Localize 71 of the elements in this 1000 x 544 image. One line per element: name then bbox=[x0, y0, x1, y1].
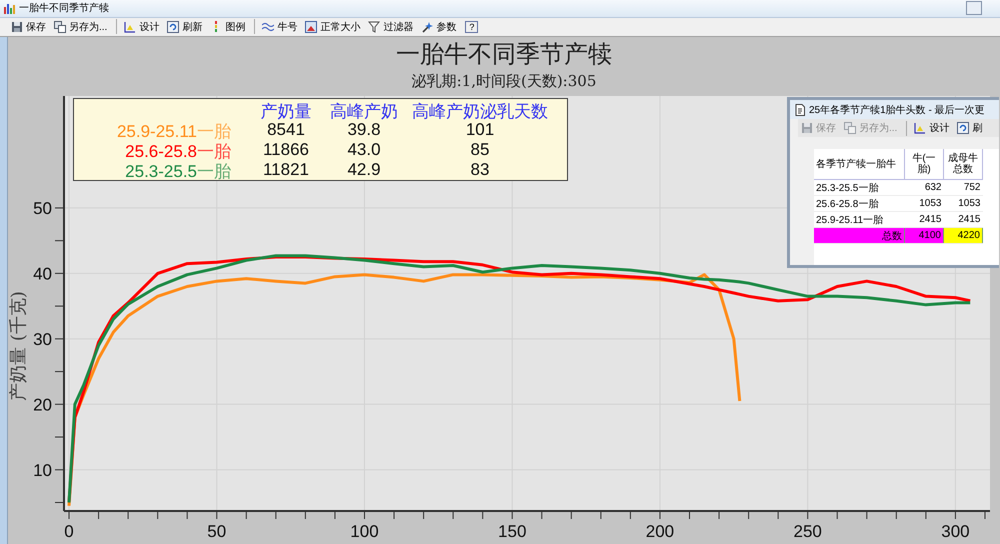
chart-icon bbox=[914, 122, 926, 134]
window-title: 一胎牛不同季节产犊 bbox=[19, 2, 109, 16]
bar-chart-icon bbox=[3, 2, 15, 14]
legend-header: 产奶量 bbox=[260, 101, 312, 120]
toolbar-button[interactable]: 过滤器 bbox=[365, 18, 416, 36]
save-icon bbox=[11, 20, 23, 33]
save-as-icon bbox=[54, 20, 66, 33]
total-cell: 总数 bbox=[814, 228, 904, 244]
column-header: 成母牛总数 bbox=[944, 149, 982, 180]
x-tick-label: 250 bbox=[794, 522, 822, 541]
legend-value: 43.0 bbox=[346, 140, 382, 160]
total-cell: 4100 bbox=[904, 228, 944, 244]
legend-label: 25.9-25.11一胎 bbox=[116, 121, 232, 140]
legend-label: 25.6-25.8一胎 bbox=[124, 141, 232, 160]
legend-value: 11866 bbox=[262, 140, 310, 160]
toolbar-button[interactable]: 设计 bbox=[121, 18, 162, 36]
y-tick-label: 50 bbox=[33, 198, 52, 218]
column-header: 各季节产犊一胎牛 bbox=[814, 149, 904, 180]
legend-value: 85 bbox=[470, 140, 490, 160]
toolbar-button[interactable]: 设计 bbox=[911, 120, 952, 136]
table-cell: 632 bbox=[904, 180, 944, 196]
table-cell: 25.3-25.5一胎 bbox=[814, 180, 904, 196]
x-tick-label: 50 bbox=[207, 522, 226, 541]
filter-icon bbox=[368, 20, 380, 33]
table-cell: 1053 bbox=[904, 196, 944, 212]
x-tick-label: 300 bbox=[941, 522, 970, 541]
legend-value: 39.8 bbox=[346, 120, 382, 140]
wave-icon bbox=[262, 20, 274, 33]
save-icon bbox=[801, 122, 813, 134]
legend-value: 11821 bbox=[262, 160, 310, 180]
toolbar-button[interactable]: 刷新 bbox=[164, 18, 206, 36]
document-icon bbox=[794, 104, 806, 116]
toolbar-button[interactable]: 保存 bbox=[8, 18, 49, 36]
toolbar-button[interactable]: 牛号 bbox=[259, 18, 300, 36]
total-cell: 4220 bbox=[944, 228, 982, 244]
legend-value: 42.9 bbox=[346, 160, 382, 180]
toolbar-button[interactable]: 参数 bbox=[418, 18, 460, 36]
wand-icon bbox=[421, 20, 434, 33]
chart-title: 一胎牛不同季节产犊 bbox=[396, 39, 612, 70]
refresh-icon bbox=[957, 122, 970, 134]
table-cell: 1053 bbox=[944, 196, 982, 212]
legend-header: 高峰产奶 bbox=[329, 101, 399, 120]
table-cell: 752 bbox=[944, 180, 982, 196]
y-tick-label: 40 bbox=[33, 264, 52, 284]
help-button[interactable]: ? bbox=[465, 20, 478, 33]
chart-subtitle: 泌乳期:1,时间段(天数):305 bbox=[412, 72, 596, 91]
toolbar-button[interactable]: 正常大小 bbox=[302, 18, 364, 36]
x-tick-label: 100 bbox=[350, 522, 379, 541]
column-header: 牛(一胎) bbox=[904, 149, 944, 180]
save-as-icon bbox=[844, 122, 856, 134]
y-tick-label: 20 bbox=[33, 395, 52, 414]
window-control[interactable] bbox=[966, 1, 982, 16]
window-title: 25年各季节产犊1胎牛头数 - 最后一次更 bbox=[809, 104, 985, 116]
x-tick-label: 200 bbox=[646, 522, 674, 541]
legend-label: 25.3-25.5一胎 bbox=[124, 161, 232, 180]
toolbar-button[interactable]: 图例 bbox=[207, 18, 248, 36]
x-tick-label: 150 bbox=[498, 522, 526, 541]
legend-value: 101 bbox=[464, 120, 496, 140]
legend-value: 83 bbox=[470, 160, 490, 180]
chart-icon bbox=[124, 20, 136, 33]
x-tick-label: 0 bbox=[64, 522, 74, 541]
y-axis-label: 产奶量 (千克) bbox=[8, 291, 29, 401]
y-tick-label: 10 bbox=[33, 460, 52, 480]
y-tick-label: 30 bbox=[33, 330, 52, 349]
toolbar-button[interactable]: 另存为... bbox=[51, 18, 110, 36]
legend-value: 8541 bbox=[266, 120, 306, 140]
toolbar-button[interactable]: 刷 bbox=[954, 120, 986, 136]
table-cell: 25.6-25.8一胎 bbox=[814, 196, 904, 212]
legend-header: 高峰产奶泌乳天数 bbox=[411, 101, 549, 120]
picture-icon bbox=[305, 20, 318, 33]
refresh-icon bbox=[167, 20, 180, 33]
